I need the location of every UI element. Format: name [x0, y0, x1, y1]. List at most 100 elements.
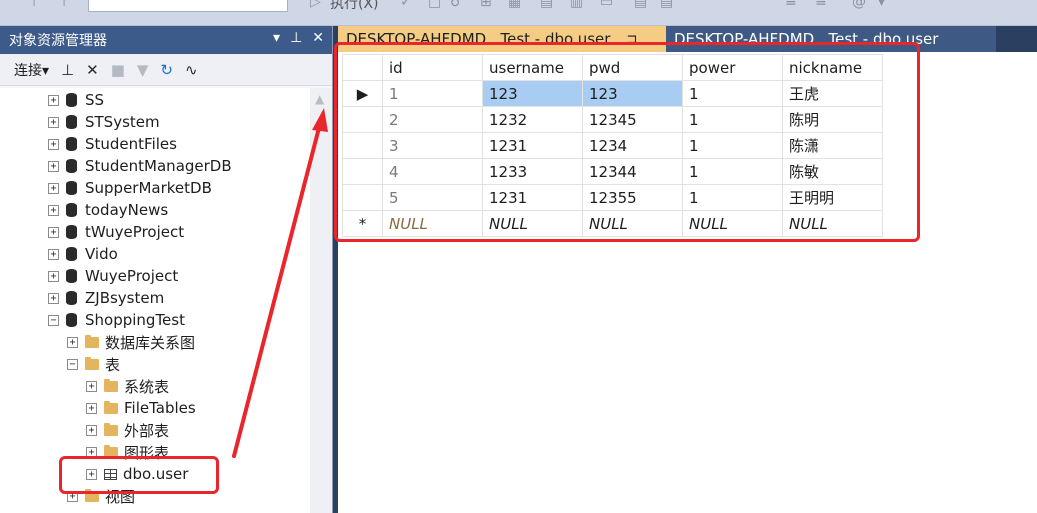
tree-item[interactable]: + StudentManagerDB: [48, 155, 232, 177]
tree-item[interactable]: + dbo.user: [86, 463, 188, 485]
grid-cell-id[interactable]: 2: [382, 106, 483, 133]
results-icon[interactable]: ▤: [540, 0, 553, 10]
grid-cell-nickname[interactable]: 陈明: [782, 106, 883, 133]
grid-cell-id[interactable]: NULL: [382, 210, 483, 237]
pin-tab-icon[interactable]: ⊐: [626, 32, 637, 47]
row-header[interactable]: ▶: [342, 80, 383, 107]
grid-cell-username[interactable]: 1232: [482, 106, 583, 133]
tree-item[interactable]: + 图形表: [86, 441, 169, 463]
expand-icon[interactable]: +: [86, 380, 97, 392]
expand-icon[interactable]: +: [86, 424, 97, 436]
grid-cell-username[interactable]: 1233: [482, 158, 583, 185]
pin-icon[interactable]: ⊤: [28, 0, 40, 10]
debug-icon[interactable]: □: [428, 0, 441, 10]
grid-cell-username[interactable]: 123: [482, 80, 583, 107]
grid-cell-pwd[interactable]: 12345: [582, 106, 683, 133]
grid-cell-pwd[interactable]: 12344: [582, 158, 683, 185]
expand-icon[interactable]: +: [86, 446, 97, 458]
table-row[interactable]: 2 1232 12345 1 陈明: [342, 106, 883, 133]
tab-dbo-user[interactable]: DESKTOP-AHFDMD...Test - dbo.user: [666, 26, 996, 52]
grid-cell-pwd[interactable]: 123: [582, 80, 683, 107]
grid-cell-power[interactable]: NULL: [682, 210, 783, 237]
table-row[interactable]: ▶ 1 123 123 1 王虎: [342, 80, 883, 107]
table-row[interactable]: 4 1233 12344 1 陈敏: [342, 158, 883, 185]
tree-item[interactable]: − 表: [67, 353, 120, 375]
grid-cell-power[interactable]: 1: [682, 80, 783, 107]
grid-cell-pwd[interactable]: 12355: [582, 184, 683, 211]
row-header[interactable]: [342, 106, 383, 133]
query-icon[interactable]: ⊞: [480, 0, 492, 10]
grid-cell-username[interactable]: NULL: [482, 210, 583, 237]
tree-item[interactable]: + SS: [48, 89, 104, 111]
grid-cell-pwd[interactable]: 1234: [582, 132, 683, 159]
expand-icon[interactable]: +: [48, 248, 59, 260]
grid-cell-nickname[interactable]: NULL: [782, 210, 883, 237]
expand-icon[interactable]: +: [48, 270, 59, 282]
tree-item[interactable]: + Vido: [48, 243, 118, 265]
collapse-icon[interactable]: −: [48, 314, 59, 326]
new-row-marker[interactable]: *: [342, 210, 383, 237]
column-header-id[interactable]: id: [382, 54, 483, 81]
pin-panel-icon[interactable]: ⊥: [290, 30, 302, 46]
file-icon[interactable]: ▭: [600, 0, 613, 10]
tree-item[interactable]: + 系统表: [86, 375, 169, 397]
expand-icon[interactable]: +: [48, 226, 59, 238]
filter-icon[interactable]: ▼: [137, 61, 149, 79]
panel-menu-icon[interactable]: ▾: [273, 30, 280, 46]
collapse-icon[interactable]: −: [67, 358, 78, 370]
tree-item[interactable]: − ShoppingTest: [48, 309, 185, 331]
grid-cell-pwd[interactable]: NULL: [582, 210, 683, 237]
column-header-pwd[interactable]: pwd: [582, 54, 683, 81]
grid-cell-nickname[interactable]: 陈潇: [782, 132, 883, 159]
stop-icon[interactable]: ■: [111, 61, 125, 79]
row-header[interactable]: [342, 132, 383, 159]
specify-icon[interactable]: @: [852, 0, 866, 10]
column-header-nickname[interactable]: nickname: [782, 54, 883, 81]
connect-icon[interactable]: ⊥: [61, 61, 74, 79]
execute-icon[interactable]: ▷: [310, 0, 321, 10]
dropdown-icon[interactable]: ▾: [878, 0, 885, 10]
tree-item[interactable]: + StudentFiles: [48, 133, 177, 155]
grid-cell-nickname[interactable]: 陈敏: [782, 158, 883, 185]
database-combo[interactable]: [88, 0, 288, 12]
table-row[interactable]: * NULL NULL NULL NULL NULL: [342, 210, 883, 237]
grid-cell-id[interactable]: 4: [382, 158, 483, 185]
disconnect-icon[interactable]: ✕: [86, 61, 99, 79]
tree-item[interactable]: + 数据库关系图: [67, 331, 195, 353]
refresh-icon[interactable]: ↻: [160, 61, 173, 79]
row-header[interactable]: [342, 184, 383, 211]
expand-icon[interactable]: +: [48, 94, 59, 106]
expand-icon[interactable]: +: [48, 116, 59, 128]
expand-icon[interactable]: +: [48, 292, 59, 304]
table-row[interactable]: 3 1231 1234 1 陈潇: [342, 132, 883, 159]
scroll-up-icon[interactable]: ▲: [315, 92, 324, 106]
corner-cell[interactable]: [342, 54, 383, 81]
expand-icon[interactable]: +: [86, 468, 97, 480]
tree-item[interactable]: + SupperMarketDB: [48, 177, 212, 199]
expand-icon[interactable]: +: [48, 138, 59, 150]
grid-cell-id[interactable]: 3: [382, 132, 483, 159]
tree-item[interactable]: + WuyeProject: [48, 265, 178, 287]
tree-item[interactable]: + 视图: [67, 485, 135, 507]
outdent-icon[interactable]: ≡: [815, 0, 827, 10]
column-header-username[interactable]: username: [482, 54, 583, 81]
tree-scrollbar[interactable]: ▲: [310, 88, 332, 513]
tree-item[interactable]: + FileTables: [86, 397, 196, 419]
grid-cell-power[interactable]: 1: [682, 158, 783, 185]
uncomment-icon[interactable]: ▤: [660, 0, 673, 10]
grid-cell-username[interactable]: 1231: [482, 184, 583, 211]
expand-icon[interactable]: +: [48, 160, 59, 172]
execute-button[interactable]: 执行(X): [330, 0, 379, 13]
grid-cell-id[interactable]: 1: [382, 80, 483, 107]
grid-icon[interactable]: ▥: [570, 0, 583, 10]
close-panel-icon[interactable]: ✕: [312, 30, 324, 46]
expand-icon[interactable]: +: [67, 490, 78, 502]
stats-icon[interactable]: ▦: [508, 0, 521, 10]
expand-icon[interactable]: +: [67, 336, 78, 348]
tree-item[interactable]: + 外部表: [86, 419, 169, 441]
plan-icon[interactable]: ♁: [450, 0, 460, 10]
grid-cell-nickname[interactable]: 王虎: [782, 80, 883, 107]
tree-item[interactable]: + todayNews: [48, 199, 168, 221]
grid-cell-username[interactable]: 1231: [482, 132, 583, 159]
expand-icon[interactable]: +: [48, 182, 59, 194]
